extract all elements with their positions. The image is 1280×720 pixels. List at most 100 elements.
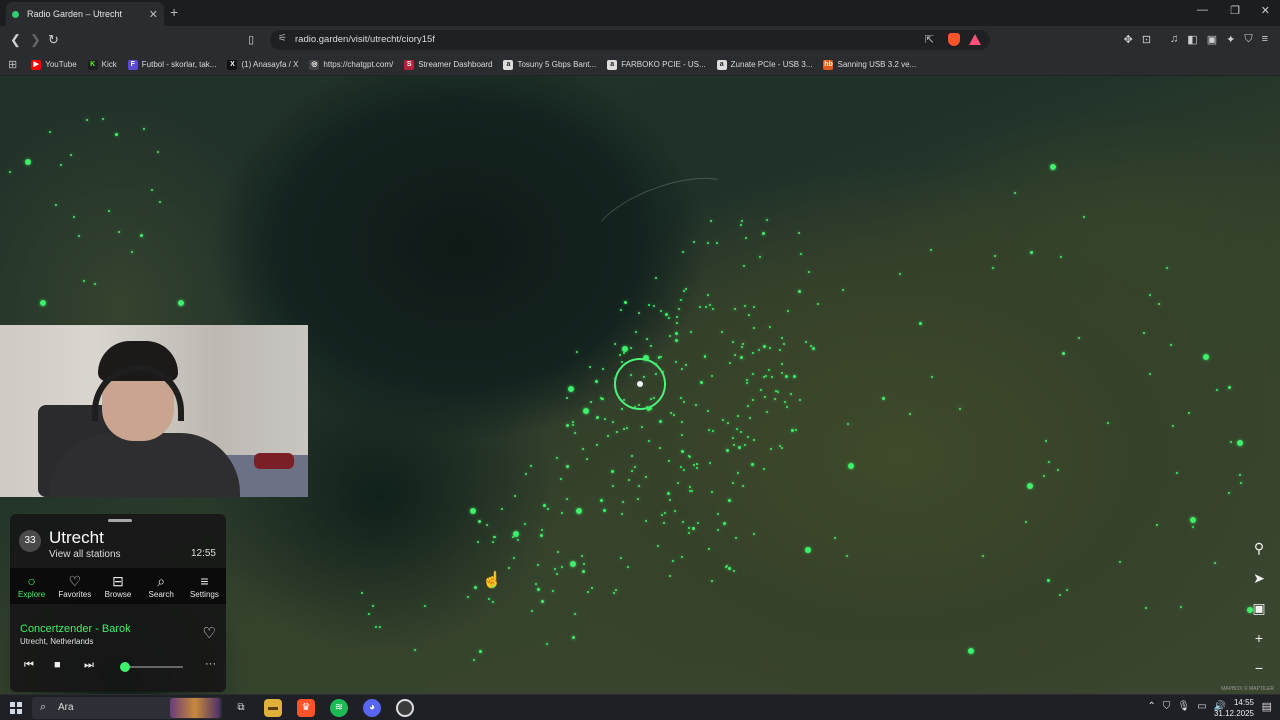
station-dot[interactable] — [645, 520, 647, 522]
station-dot[interactable] — [982, 555, 984, 557]
favorite-heart-icon[interactable]: ♡ — [203, 624, 216, 642]
station-dot[interactable] — [596, 444, 598, 446]
station-dot[interactable] — [732, 482, 734, 484]
station-dot[interactable] — [1240, 482, 1242, 484]
station-dot[interactable] — [501, 508, 503, 510]
station-dot[interactable] — [753, 327, 755, 329]
station-dot[interactable] — [630, 347, 632, 349]
station-dot[interactable] — [728, 567, 731, 570]
station-dot[interactable] — [581, 555, 583, 557]
station-dot[interactable] — [735, 537, 737, 539]
station-dot[interactable] — [683, 469, 685, 471]
windows-start-icon[interactable] — [10, 702, 22, 714]
station-dot[interactable] — [40, 300, 46, 306]
bookmark-item[interactable]: a Zunate PCIe - USB 3... — [716, 59, 812, 70]
station-dot[interactable] — [631, 470, 633, 472]
station-dot[interactable] — [697, 522, 699, 524]
station-dot[interactable] — [653, 305, 655, 307]
station-dot[interactable] — [612, 421, 614, 423]
station-dot[interactable] — [710, 220, 712, 222]
station-dot[interactable] — [517, 539, 519, 541]
station-dot[interactable] — [1214, 562, 1216, 564]
station-dot[interactable] — [631, 455, 633, 457]
station-dot[interactable] — [729, 362, 731, 364]
share-icon[interactable]: ⇱ — [925, 33, 934, 46]
station-dot[interactable] — [676, 322, 678, 324]
selected-station-marker[interactable] — [637, 381, 643, 387]
station-dot[interactable] — [661, 514, 663, 516]
bookmark-item[interactable]: a Tosuny 5 Gbps Bant... — [503, 59, 596, 70]
station-dot[interactable] — [623, 352, 625, 354]
bookmark-item[interactable]: a FARBOKO PCIE - US... — [607, 59, 706, 70]
station-dot[interactable] — [1166, 267, 1168, 269]
wallet-icon[interactable]: ▣ — [1207, 33, 1217, 46]
station-dot[interactable] — [540, 534, 543, 537]
station-dot[interactable] — [753, 439, 755, 441]
station-dot[interactable] — [805, 341, 807, 343]
station-dot[interactable] — [668, 317, 670, 319]
station-dot[interactable] — [848, 463, 854, 469]
station-dot[interactable] — [681, 421, 683, 423]
station-dot[interactable] — [1237, 440, 1243, 446]
station-dot[interactable] — [736, 428, 738, 430]
station-dot[interactable] — [696, 467, 698, 469]
station-dot[interactable] — [653, 397, 655, 399]
station-dot[interactable] — [1230, 441, 1232, 443]
station-dot[interactable] — [752, 399, 754, 401]
station-dot[interactable] — [660, 310, 662, 312]
station-dot[interactable] — [638, 312, 640, 314]
station-dot[interactable] — [753, 533, 755, 535]
next-icon[interactable]: ⏭ — [84, 659, 94, 672]
site-settings-icon[interactable]: ⚟ — [278, 33, 287, 44]
now-playing-station[interactable]: Concertzender - Barok — [20, 623, 131, 635]
station-dot[interactable] — [673, 414, 675, 416]
station-dot[interactable] — [552, 590, 554, 592]
station-dot[interactable] — [627, 566, 629, 568]
station-dot[interactable] — [700, 381, 703, 384]
station-dot[interactable] — [626, 427, 628, 429]
station-dot[interactable] — [1143, 332, 1145, 334]
station-dot[interactable] — [628, 479, 630, 481]
station-dot[interactable] — [705, 306, 707, 308]
station-dot[interactable] — [737, 415, 739, 417]
station-dot[interactable] — [799, 399, 801, 401]
task-view-icon[interactable]: ⧉ — [232, 699, 250, 717]
chevron-up-icon[interactable]: ⌃ — [1148, 701, 1156, 712]
station-dot[interactable] — [379, 626, 381, 628]
station-dot[interactable] — [25, 159, 31, 165]
station-dot[interactable] — [1050, 164, 1056, 170]
station-dot[interactable] — [561, 566, 563, 568]
station-dot[interactable] — [668, 460, 670, 462]
station-dot[interactable] — [537, 588, 540, 591]
station-dot[interactable] — [726, 449, 729, 452]
station-dot[interactable] — [566, 424, 569, 427]
station-dot[interactable] — [621, 408, 623, 410]
reload-icon[interactable]: ↻ — [48, 32, 59, 48]
station-dot[interactable] — [787, 310, 789, 312]
station-dot[interactable] — [784, 401, 786, 403]
station-dot[interactable] — [115, 133, 118, 136]
station-dot[interactable] — [70, 154, 72, 156]
new-tab-icon[interactable]: + — [170, 4, 178, 20]
station-dot[interactable] — [696, 463, 698, 465]
station-dot[interactable] — [557, 551, 559, 553]
station-dot[interactable] — [752, 373, 754, 375]
nav-search[interactable]: ⌕ Search — [140, 568, 183, 604]
brave-rewards-icon[interactable] — [969, 34, 981, 45]
station-dot[interactable] — [1083, 216, 1085, 218]
station-dot[interactable] — [624, 301, 627, 304]
station-dot[interactable] — [178, 300, 184, 306]
station-dot[interactable] — [781, 372, 783, 374]
locate-icon[interactable]: ➤ — [1253, 568, 1265, 588]
taskbar-search[interactable]: ⌕ Ara — [32, 697, 222, 719]
station-dot[interactable] — [596, 416, 599, 419]
station-dot[interactable] — [919, 322, 922, 325]
station-dot[interactable] — [688, 532, 690, 534]
station-dot[interactable] — [721, 331, 723, 333]
station-dot[interactable] — [777, 391, 779, 393]
volume-knob[interactable] — [120, 662, 130, 672]
station-dot[interactable] — [479, 650, 482, 653]
station-dot[interactable] — [766, 411, 768, 413]
station-dot[interactable] — [766, 219, 768, 221]
station-dot[interactable] — [817, 303, 819, 305]
